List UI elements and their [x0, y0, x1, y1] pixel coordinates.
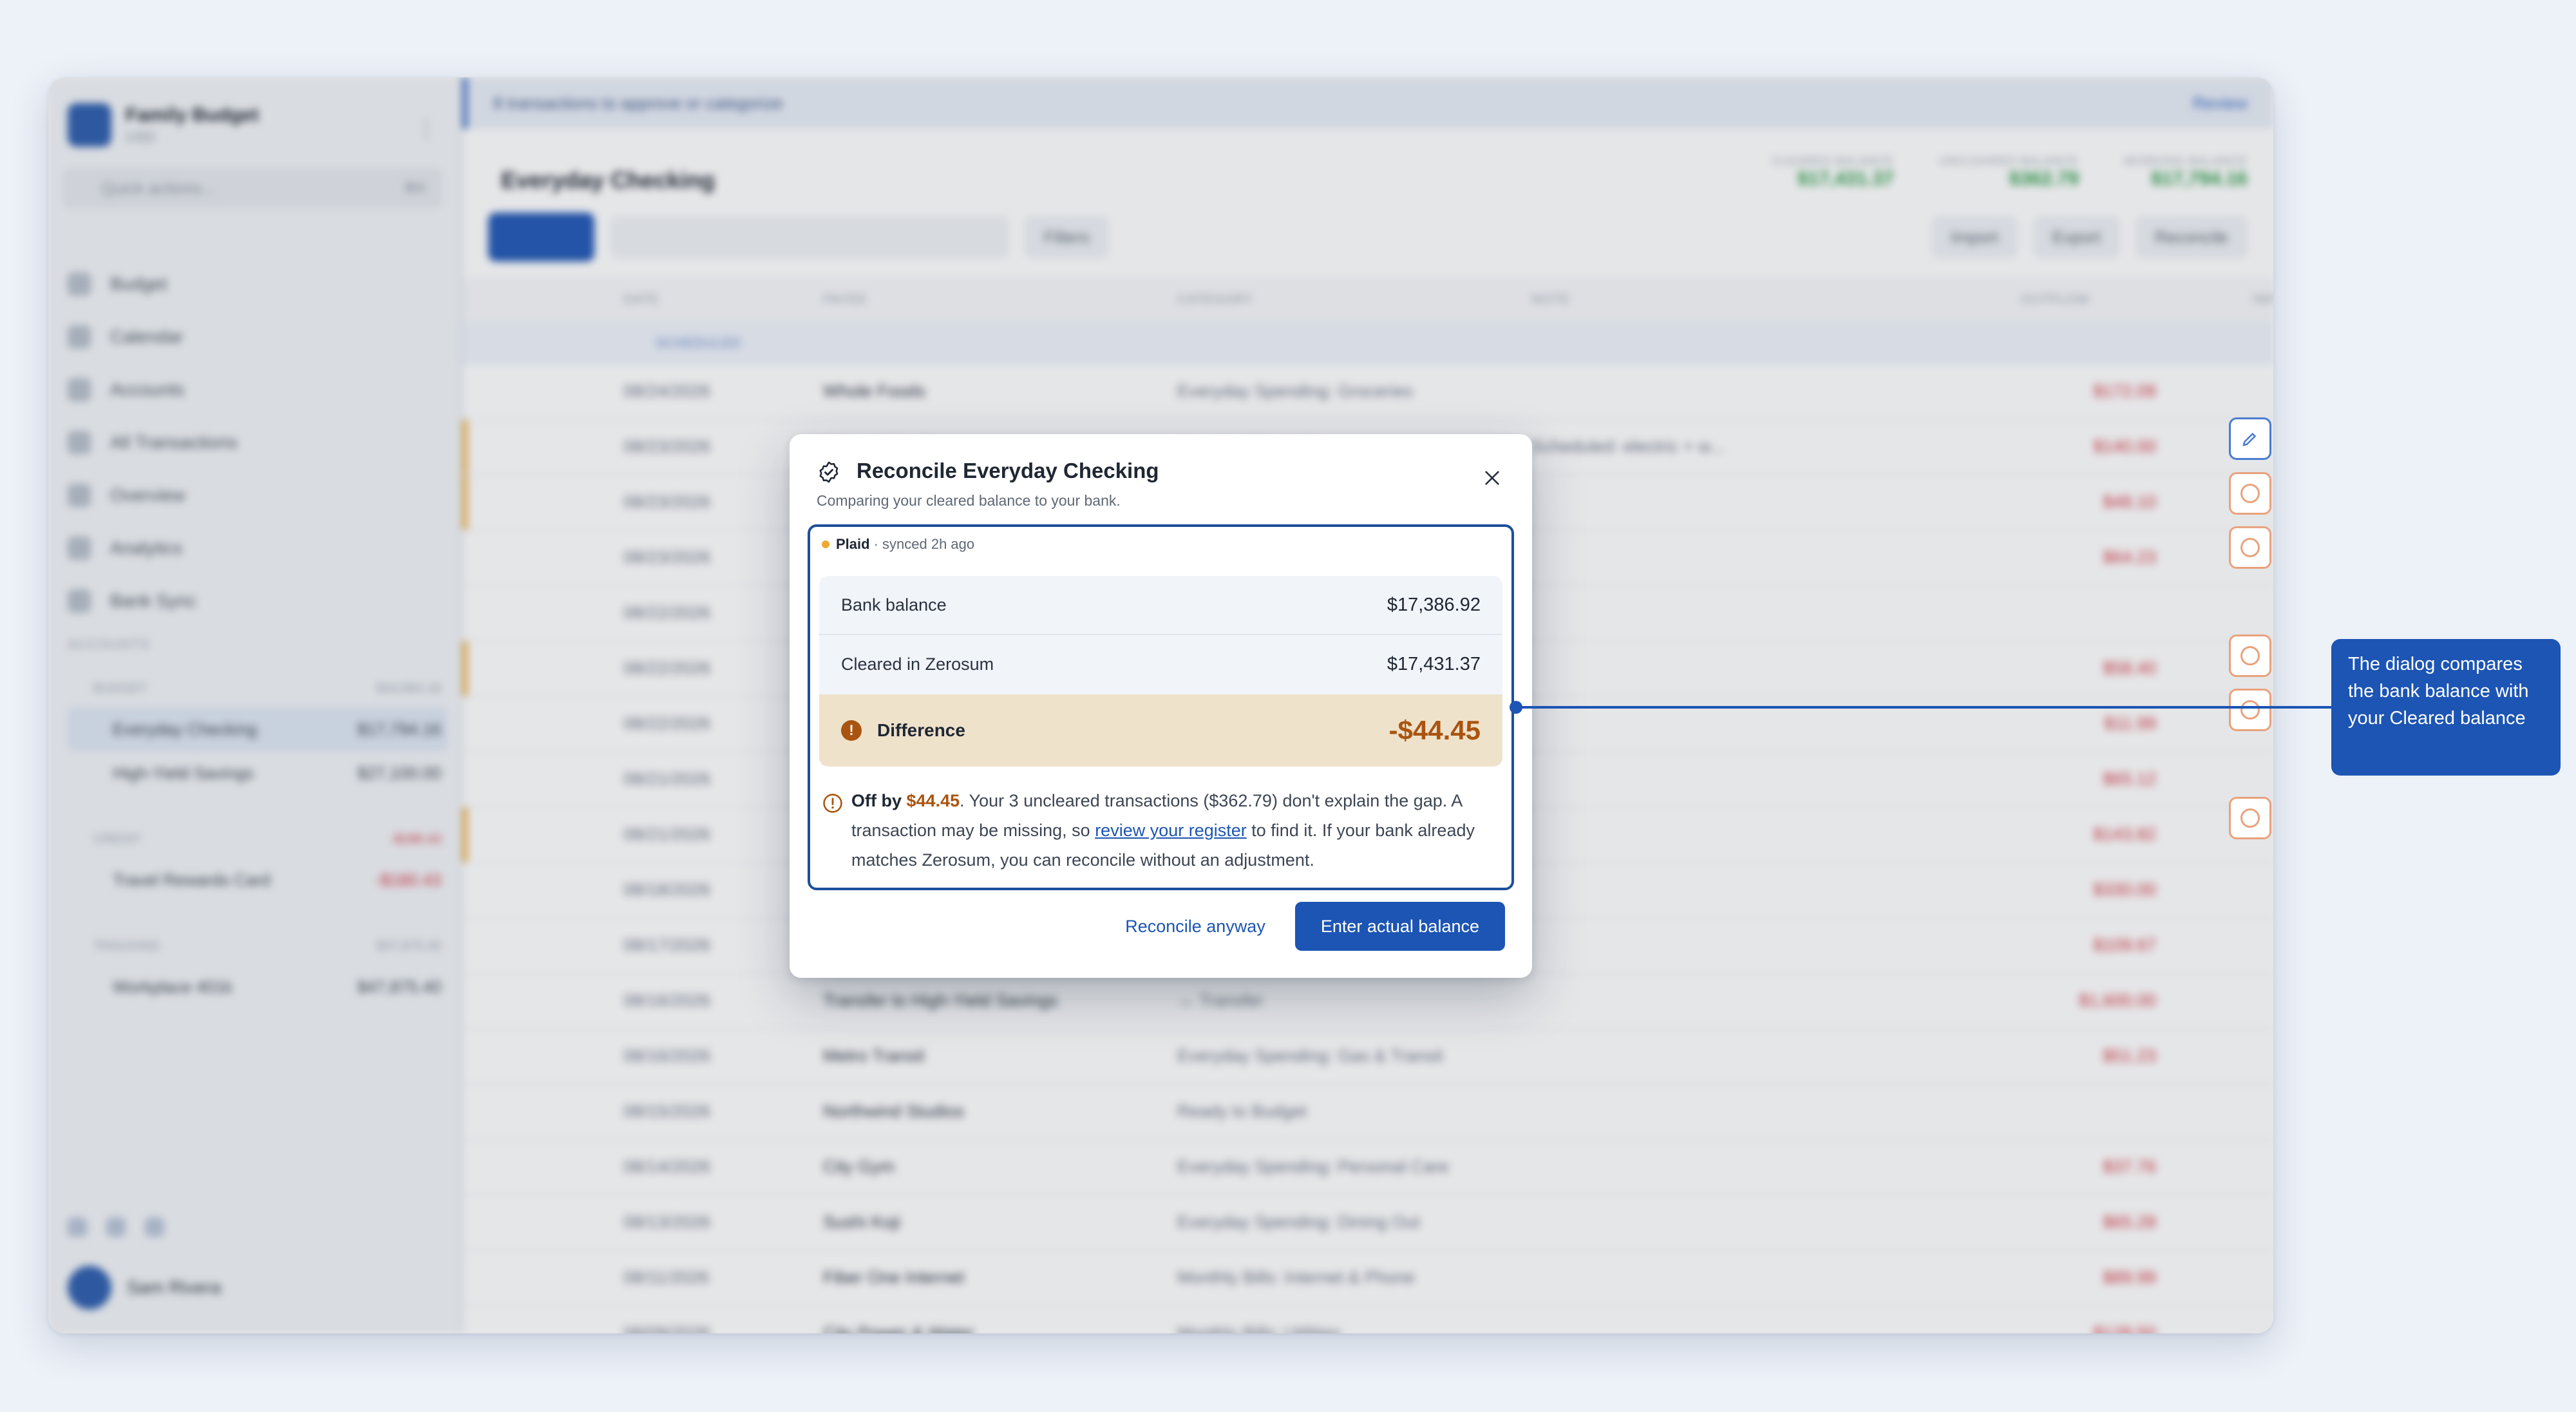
- cleared-balance-label: Cleared in Zerosum: [841, 654, 994, 674]
- sync-status: Plaid · synced 2h ago: [822, 536, 974, 553]
- info-warning-icon: [823, 794, 842, 813]
- balance-card: Bank balance $17,386.92 Cleared in Zeros…: [819, 576, 1502, 767]
- status-ring-icon: [2240, 646, 2260, 665]
- status-ring-icon: [2240, 700, 2260, 720]
- callout-text: The dialog compares the bank balance wit…: [2348, 654, 2529, 729]
- warning-icon: !: [841, 720, 862, 741]
- difference-label: Difference: [877, 720, 965, 740]
- difference-value: -$44.45: [1388, 715, 1481, 745]
- row-action-button[interactable]: [2229, 472, 2271, 515]
- note-amount: $44.45: [906, 791, 960, 810]
- dialog-actions: Reconcile anyway Enter actual balance: [1115, 902, 1505, 951]
- badge-check-icon: [819, 461, 838, 483]
- bank-balance-row: Bank balance $17,386.92: [819, 576, 1502, 635]
- row-action-button[interactable]: [2229, 797, 2271, 839]
- sync-status-dot-icon: [822, 540, 829, 548]
- edit-row-button[interactable]: [2229, 417, 2271, 460]
- status-ring-icon: [2240, 538, 2260, 557]
- row-action-button[interactable]: [2229, 689, 2271, 731]
- close-icon: [1485, 471, 1499, 485]
- row-action-button[interactable]: [2229, 634, 2271, 677]
- reconcile-explanation: Off by $44.45. Your 3 uncleared transact…: [851, 786, 1495, 875]
- bank-balance-label: Bank balance: [841, 595, 947, 615]
- review-register-link[interactable]: review your register: [1095, 821, 1247, 840]
- row-action-button[interactable]: [2229, 526, 2271, 569]
- enter-actual-balance-button[interactable]: Enter actual balance: [1294, 902, 1505, 951]
- reconcile-anyway-button[interactable]: Reconcile anyway: [1115, 902, 1276, 951]
- note-prefix: Off by: [851, 791, 902, 810]
- reconcile-dialog: Reconcile Everyday Checking Comparing yo…: [790, 434, 1532, 978]
- pencil-icon: [2242, 432, 2257, 446]
- callout-connector: [1517, 706, 2331, 709]
- balance-comparison-panel: Plaid · synced 2h ago Bank balance $17,3…: [808, 524, 1514, 890]
- cleared-balance-row: Cleared in Zerosum $17,431.37: [819, 635, 1502, 693]
- sync-time: · synced 2h ago: [873, 536, 975, 552]
- status-ring-icon: [2240, 484, 2260, 503]
- close-button[interactable]: [1478, 464, 1506, 492]
- status-ring-icon: [2240, 808, 2260, 828]
- difference-row: ! Difference -$44.45: [819, 694, 1502, 767]
- annotation-callout: The dialog compares the bank balance wit…: [2331, 639, 2561, 776]
- dialog-title: Reconcile Everyday Checking: [857, 459, 1159, 482]
- sync-source: Plaid: [836, 536, 870, 552]
- cleared-balance-value: $17,431.37: [1387, 653, 1481, 674]
- dialog-subtitle: Comparing your cleared balance to your b…: [817, 492, 1121, 509]
- bank-balance-value: $17,386.92: [1387, 594, 1481, 615]
